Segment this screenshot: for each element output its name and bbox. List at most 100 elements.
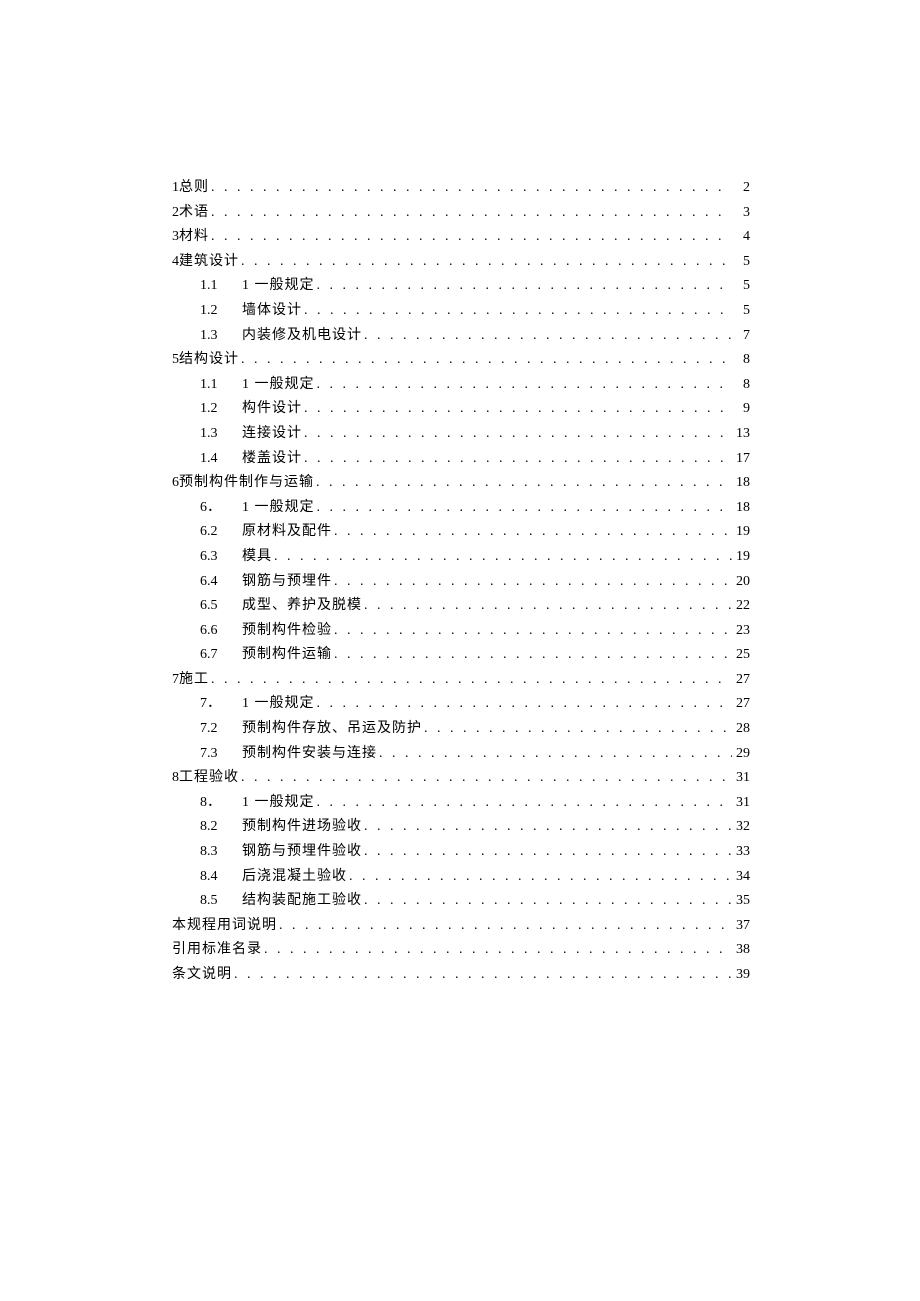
toc-dot-leader (315, 791, 733, 816)
toc-entry-page: 23 (732, 619, 750, 644)
toc-dot-leader (377, 742, 732, 767)
toc-dot-leader (239, 250, 732, 275)
toc-entry-number: 1.1 (200, 373, 242, 398)
toc-dot-leader (362, 815, 732, 840)
toc-entry: 引用标准名录38 (172, 938, 750, 963)
toc-entry: 3 材料 4 (172, 225, 750, 250)
toc-entry-title: 钢筋与预埋件验收 (242, 840, 362, 865)
toc-entry-number: 6.2 (200, 520, 242, 545)
toc-entry-number: 5 (172, 348, 179, 373)
toc-dot-leader (209, 201, 732, 226)
toc-entry-title: 预制构件进场验收 (242, 815, 362, 840)
toc-entry-number: 2 (172, 201, 179, 226)
toc-entry: 4 建筑设计5 (172, 250, 750, 275)
toc-entry-number: 6.5 (200, 594, 242, 619)
toc-dot-leader (362, 840, 732, 865)
toc-entry-number: 6.4 (200, 570, 242, 595)
toc-entry: 7．1 一般规定27 (172, 692, 750, 717)
toc-entry-number: 8.5 (200, 889, 242, 914)
toc-entry-title: 1 一般规定 (242, 274, 315, 299)
toc-entry: 6.5成型、养护及脱模22 (172, 594, 750, 619)
toc-entry-page: 19 (732, 520, 750, 545)
toc-dot-leader (209, 668, 732, 693)
toc-entry-title: 模具 (242, 545, 272, 570)
toc-entry-number: 7.2 (200, 717, 242, 742)
toc-dot-leader (302, 397, 732, 422)
toc-entry-page: 9 (732, 397, 750, 422)
toc-entry-number: 1.3 (200, 422, 242, 447)
toc-entry-number: 8 (172, 766, 179, 791)
toc-entry-page: 35 (732, 889, 750, 914)
toc-entry-title: 1 一般规定 (242, 692, 315, 717)
toc-entry-number: 3 (172, 225, 179, 250)
toc-entry: 1.2构件设计9 (172, 397, 750, 422)
toc-entry: 8.4后浇混凝土验收34 (172, 865, 750, 890)
toc-entry: 2 术语3 (172, 201, 750, 226)
toc-entry: 5 结构设计8 (172, 348, 750, 373)
toc-entry-title: 建筑设计 (179, 250, 239, 275)
toc-entry-page: 19 (732, 545, 750, 570)
toc-dot-leader (277, 914, 732, 939)
toc-entry-page: 31 (732, 791, 750, 816)
toc-entry: 7 施工27 (172, 668, 750, 693)
toc-entry: 本规程用词说明 37 (172, 914, 750, 939)
toc-entry: 8.2预制构件进场验收 32 (172, 815, 750, 840)
toc-entry-page: 39 (732, 963, 750, 988)
toc-entry-page: 29 (732, 742, 750, 767)
toc-dot-leader (315, 692, 733, 717)
toc-entry-number: 8.2 (200, 815, 242, 840)
toc-entry-page: 4 (732, 225, 750, 250)
toc-dot-leader (302, 422, 732, 447)
toc-entry: 1.11 一般规定8 (172, 373, 750, 398)
toc-entry-page: 5 (732, 250, 750, 275)
toc-dot-leader (362, 594, 732, 619)
toc-entry-number: 8.4 (200, 865, 242, 890)
toc-entry-title: 本规程用词说明 (172, 914, 277, 939)
toc-entry-page: 27 (732, 668, 750, 693)
toc-dot-leader (239, 766, 732, 791)
toc-entry-number: 7.3 (200, 742, 242, 767)
toc-entry-page: 2 (732, 176, 750, 201)
toc-entry-page: 5 (732, 299, 750, 324)
toc-entry: 8.5结构装配施工验收35 (172, 889, 750, 914)
toc-entry: 1.4楼盖设计17 (172, 447, 750, 472)
toc-entry-page: 37 (732, 914, 750, 939)
toc-entry-page: 32 (732, 815, 750, 840)
toc-entry-title: 施工 (179, 668, 209, 693)
toc-dot-leader (232, 963, 732, 988)
toc-entry-page: 28 (732, 717, 750, 742)
toc-entry-title: 预制构件检验 (242, 619, 332, 644)
toc-entry: 1.2墙体设计5 (172, 299, 750, 324)
toc-entry-title: 预制构件安装与连接 (242, 742, 377, 767)
toc-entry-page: 18 (732, 496, 750, 521)
toc-entry-number: 6.3 (200, 545, 242, 570)
toc-dot-leader (239, 348, 732, 373)
toc-entry-title: 材料 (179, 225, 209, 250)
toc-entry-title: 1 一般规定 (242, 791, 315, 816)
toc-dot-leader (332, 520, 732, 545)
toc-entry: 6.3模具 19 (172, 545, 750, 570)
toc-entry-number: 1 (172, 176, 179, 201)
toc-entry: 6.4钢筋与预埋件20 (172, 570, 750, 595)
toc-entry-title: 墙体设计 (242, 299, 302, 324)
toc-dot-leader (209, 176, 732, 201)
toc-dot-leader (262, 938, 732, 963)
toc-entry: 1 总则2 (172, 176, 750, 201)
toc-entry-title: 工程验收 (179, 766, 239, 791)
toc-entry-title: 构件设计 (242, 397, 302, 422)
toc-dot-leader (362, 324, 732, 349)
toc-entry: 6．1 一般规定18 (172, 496, 750, 521)
toc-entry-title: 预制构件运输 (242, 643, 332, 668)
toc-entry-page: 33 (732, 840, 750, 865)
toc-entry-title: 连接设计 (242, 422, 302, 447)
toc-entry-page: 3 (732, 201, 750, 226)
toc-entry-number: 1.1 (200, 274, 242, 299)
table-of-contents: 1 总则22 术语33 材料44 建筑设计51.11 一般规定51.2墙体设计5… (172, 176, 750, 988)
toc-entry-page: 7 (732, 324, 750, 349)
toc-entry-number: 7． (200, 692, 242, 717)
toc-entry: 6.6预制构件检验23 (172, 619, 750, 644)
toc-entry-number: 8． (200, 791, 242, 816)
toc-entry-title: 成型、养护及脱模 (242, 594, 362, 619)
toc-entry-page: 34 (732, 865, 750, 890)
toc-entry-title: 内装修及机电设计 (242, 324, 362, 349)
